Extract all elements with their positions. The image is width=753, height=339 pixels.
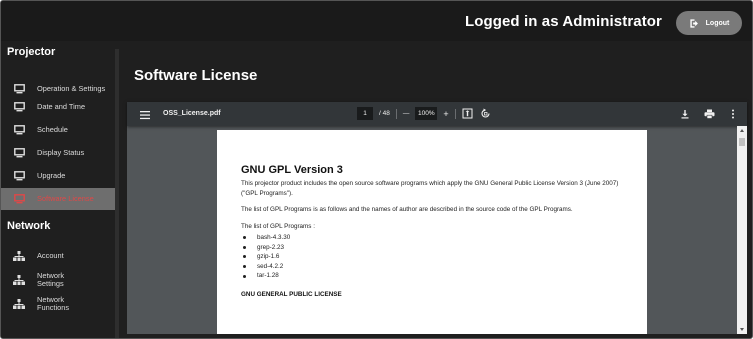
sidebar-item-label: Account xyxy=(37,251,64,260)
sidebar-item-network-functions[interactable]: Network Functions xyxy=(1,294,115,314)
monitor-icon xyxy=(12,101,26,113)
sidebar-item-date-time[interactable]: Date and Time xyxy=(1,97,115,117)
page-total: / 48 xyxy=(379,110,390,117)
scrollbar-thumb[interactable] xyxy=(739,138,745,146)
list-item: gzip-1.6 xyxy=(241,252,623,262)
document-heading: GNU GPL Version 3 xyxy=(241,164,343,176)
sidebar-item-label: Date and Time xyxy=(37,102,86,111)
sidebar-item-software-license[interactable]: Software License xyxy=(1,188,115,210)
document-paragraph: The list of GPL Programs is as follows a… xyxy=(241,206,573,213)
zoom-out-button[interactable]: — xyxy=(403,110,410,117)
sidebar-item-network-settings[interactable]: Network Settings xyxy=(1,270,115,290)
sidebar-scrollbar[interactable] xyxy=(115,49,119,338)
top-header: Logged in as Administrator Logout xyxy=(1,1,752,41)
logged-in-user-text: Logged in as Administrator xyxy=(464,13,662,30)
pdf-actions xyxy=(679,108,739,120)
section-title-projector: Projector xyxy=(7,46,56,58)
download-icon[interactable] xyxy=(679,108,691,120)
print-icon[interactable] xyxy=(703,108,715,120)
document-subheading: GNU GENERAL PUBLIC LICENSE xyxy=(241,290,342,298)
sidebar-item-display-status[interactable]: Display Status xyxy=(1,143,115,163)
zoom-in-button[interactable]: + xyxy=(443,109,448,119)
network-icon xyxy=(12,298,26,310)
section-title-network: Network xyxy=(7,220,51,232)
fit-to-page-icon[interactable] xyxy=(462,108,474,120)
pdf-viewer: OSS_License.pdf 1 / 48 — 100% + GNU GPL … xyxy=(127,102,747,334)
sidebar-item-account[interactable]: Account xyxy=(1,246,115,266)
scroll-up-icon[interactable] xyxy=(740,129,744,132)
sidebar-item-schedule[interactable]: Schedule xyxy=(1,120,115,140)
sidebar-item-operation-settings[interactable]: Operation & Settings xyxy=(1,79,115,99)
monitor-icon xyxy=(12,170,26,182)
sidebar-item-label: Upgrade xyxy=(37,171,66,180)
logout-icon xyxy=(690,18,698,28)
zoom-level-input[interactable]: 100% xyxy=(415,107,438,120)
document-paragraph: This projector product includes the open… xyxy=(241,180,619,197)
list-item: grep-2.23 xyxy=(241,243,623,253)
logout-button[interactable]: Logout xyxy=(676,11,742,35)
logout-label: Logout xyxy=(705,19,730,27)
menu-icon[interactable] xyxy=(139,108,151,120)
pdf-toolbar: OSS_License.pdf 1 / 48 — 100% + xyxy=(127,102,747,126)
sidebar-item-label: Operation & Settings xyxy=(37,84,106,93)
sidebar-item-label: Network Functions xyxy=(37,295,70,312)
gpl-program-list: bash-4.3.30 grep-2.23 gzip-1.6 sed-4.2.2… xyxy=(241,233,623,281)
list-item: tar-1.28 xyxy=(241,271,623,281)
monitor-icon xyxy=(12,193,26,205)
pdf-page-controls: 1 / 48 — 100% + xyxy=(357,107,492,120)
sidebar: Projector Operation & Settings Date and … xyxy=(1,41,119,338)
network-icon xyxy=(12,250,26,262)
sidebar-item-label: Network Settings xyxy=(37,271,65,288)
sidebar-item-label: Display Status xyxy=(37,148,85,157)
page-number-input[interactable]: 1 xyxy=(357,107,373,120)
pdf-scrollbar[interactable] xyxy=(737,126,747,334)
page-title: Software License xyxy=(134,67,258,84)
toolbar-divider xyxy=(395,108,397,119)
scroll-down-icon[interactable] xyxy=(740,328,744,331)
monitor-icon xyxy=(12,83,26,95)
sidebar-item-label: Software License xyxy=(37,194,94,203)
more-options-icon[interactable] xyxy=(727,108,739,120)
rotate-icon[interactable] xyxy=(480,108,492,120)
monitor-icon xyxy=(12,147,26,159)
document-list-intro: The list of GPL Programs : xyxy=(241,222,315,230)
app-window: Logged in as Administrator Logout Projec… xyxy=(0,0,753,339)
network-icon xyxy=(12,274,26,286)
list-item: bash-4.3.30 xyxy=(241,233,623,243)
toolbar-divider xyxy=(454,108,456,119)
sidebar-item-label: Schedule xyxy=(37,125,68,134)
sidebar-item-upgrade[interactable]: Upgrade xyxy=(1,166,115,186)
pdf-file-name: OSS_License.pdf xyxy=(163,110,221,117)
list-item: sed-4.2.2 xyxy=(241,262,623,272)
pdf-page: GNU GPL Version 3 This projector product… xyxy=(217,130,647,334)
monitor-icon xyxy=(12,124,26,136)
